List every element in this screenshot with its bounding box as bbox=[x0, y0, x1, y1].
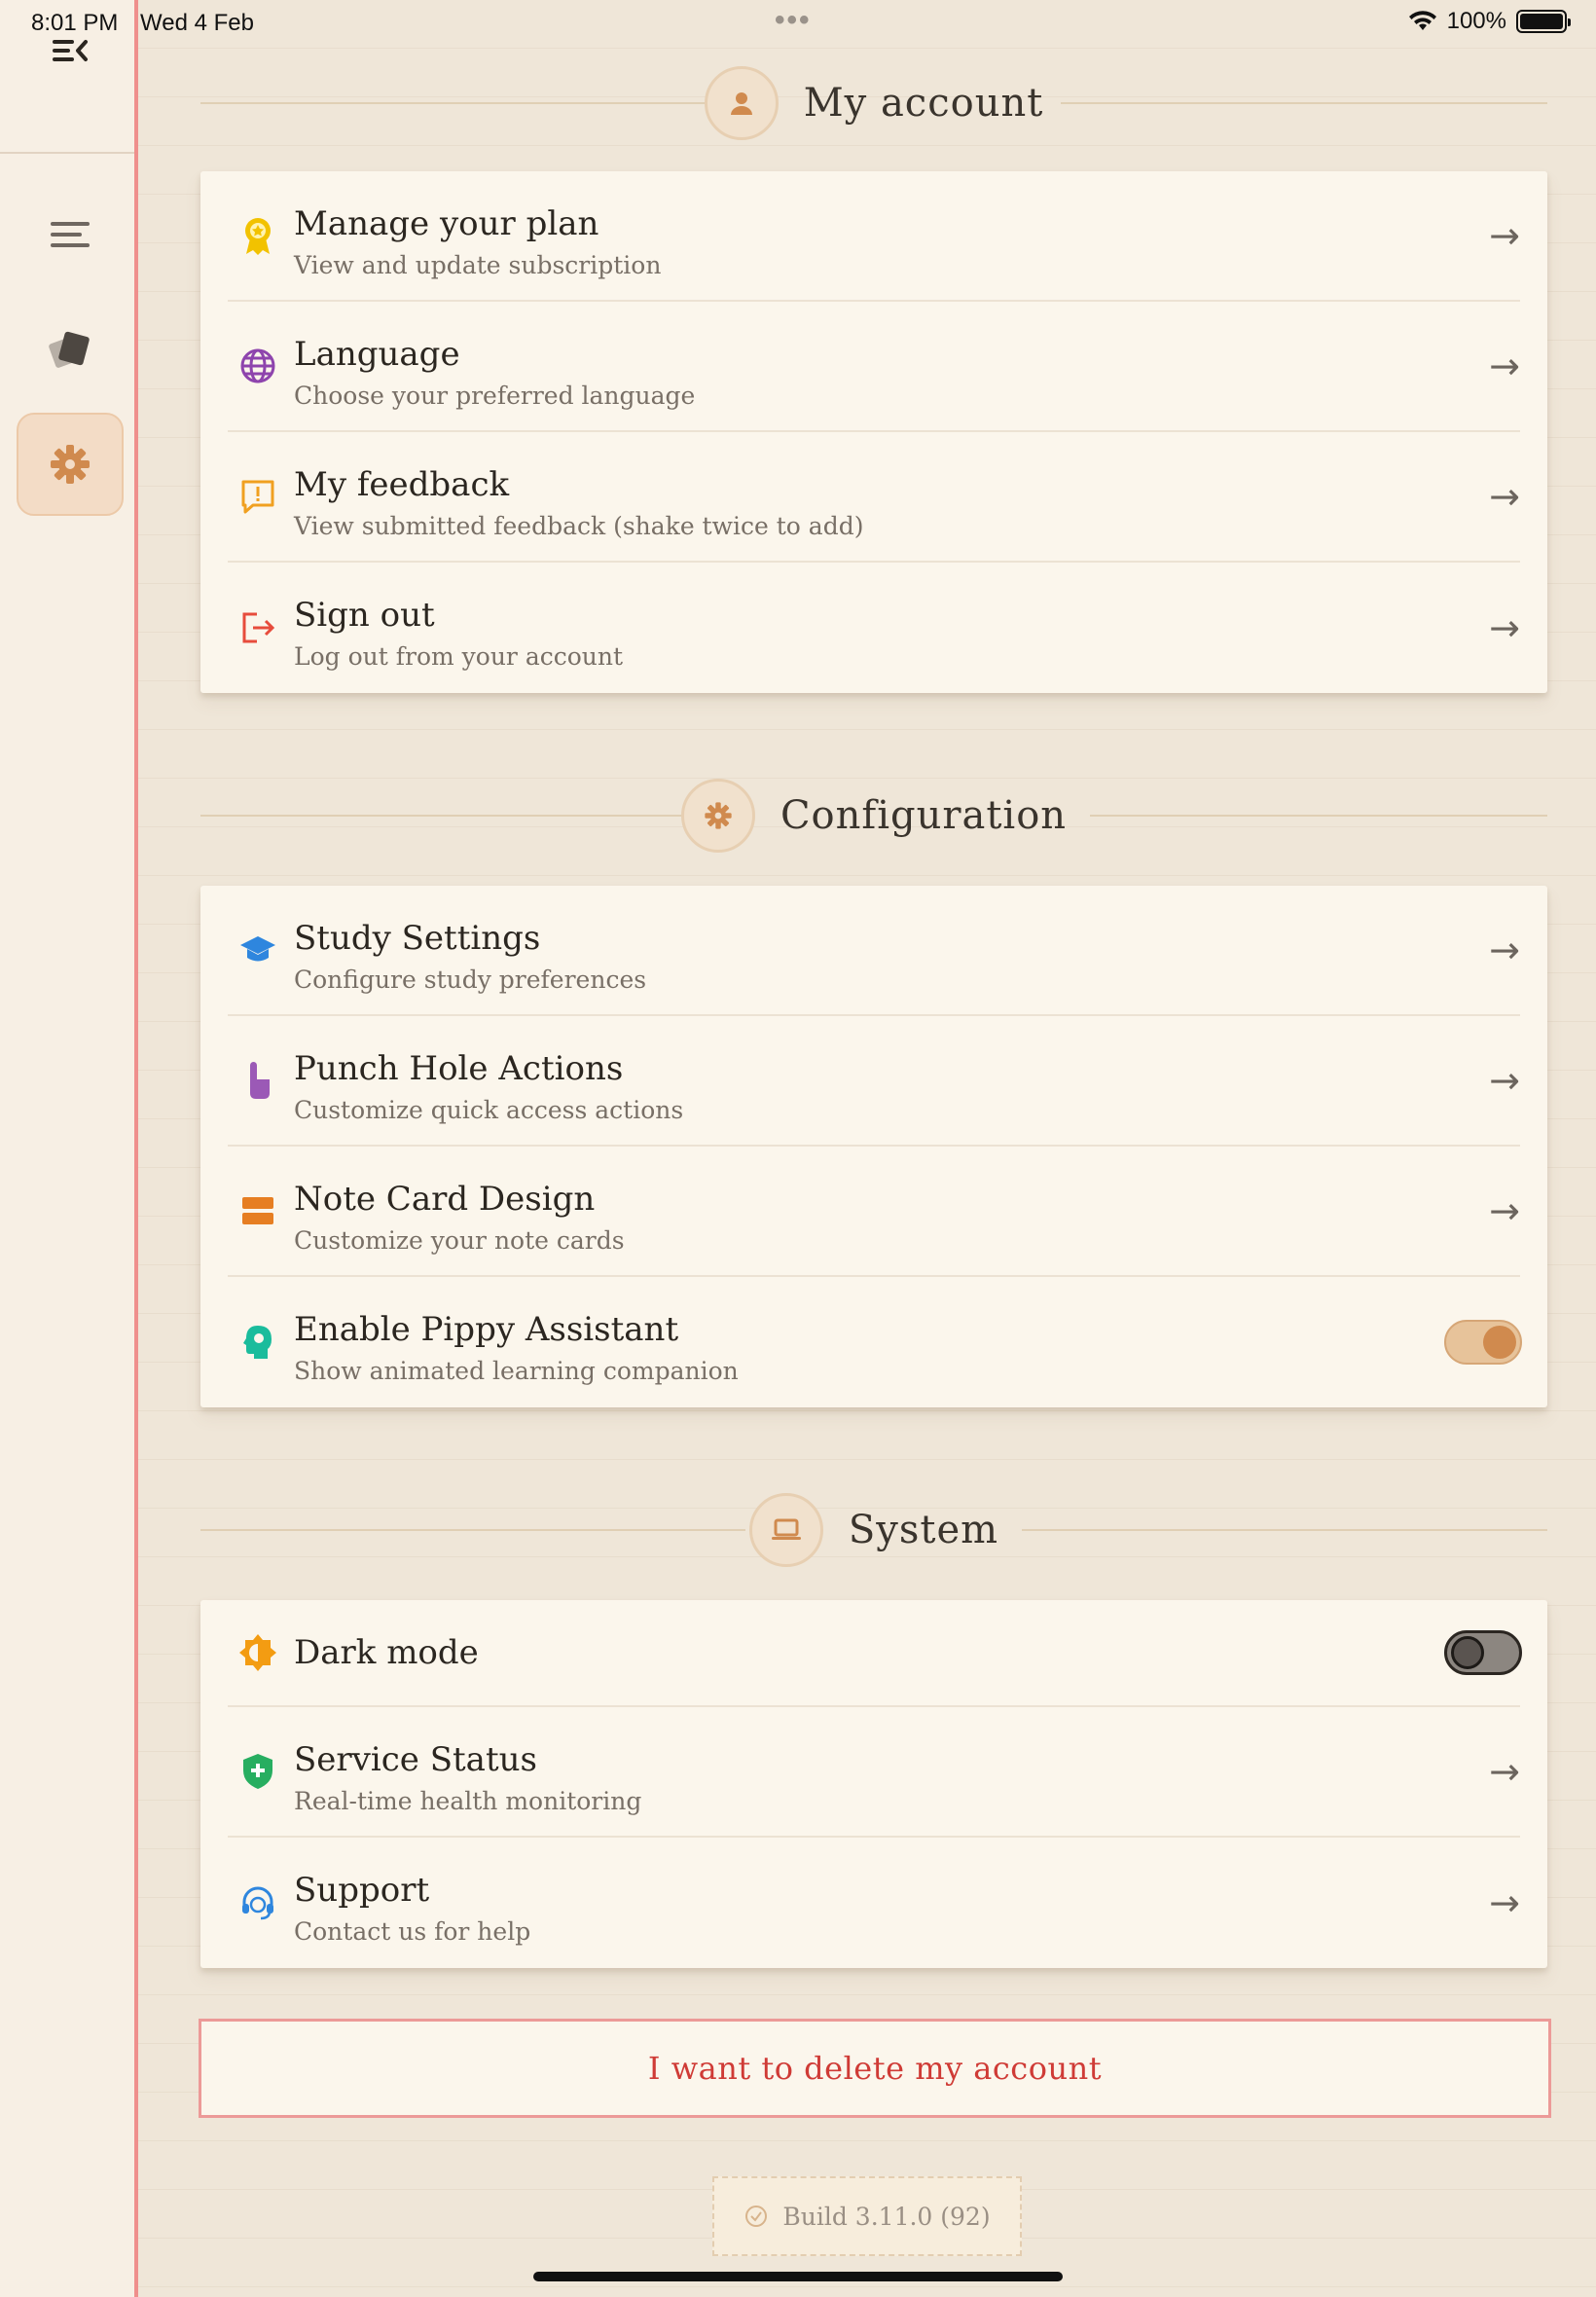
row-title: Language bbox=[294, 335, 460, 374]
service-status-row[interactable]: Service Status Real-time health monitori… bbox=[228, 1707, 1520, 1838]
laptop-icon bbox=[748, 1493, 823, 1567]
configuration-card: Study Settings Configure study preferenc… bbox=[200, 886, 1547, 1407]
status-date: Wed 4 Feb bbox=[140, 10, 254, 36]
battery-percent: 100% bbox=[1446, 8, 1506, 34]
account-card: Manage your plan View and update subscri… bbox=[200, 171, 1547, 693]
row-subtitle: View and update subscription bbox=[294, 251, 662, 279]
home-indicator[interactable] bbox=[533, 2272, 1063, 2281]
row-title: Punch Hole Actions bbox=[294, 1049, 624, 1088]
system-card: Dark mode Service Status Real-time healt… bbox=[200, 1600, 1547, 1968]
note-card-design-row[interactable]: Note Card Design Customize your note car… bbox=[228, 1147, 1520, 1277]
sidebar-divider bbox=[0, 152, 136, 154]
support-row[interactable]: Support Contact us for help → bbox=[228, 1838, 1520, 1968]
tap-icon bbox=[237, 1060, 278, 1101]
sidebar-item-list[interactable] bbox=[17, 183, 124, 286]
arrow-right-icon: → bbox=[1489, 214, 1520, 257]
headset-icon bbox=[237, 1882, 278, 1923]
arrow-right-icon: → bbox=[1489, 475, 1520, 518]
row-title: Enable Pippy Assistant bbox=[294, 1310, 679, 1349]
status-time: 8:01 PM bbox=[31, 10, 119, 36]
delete-account-button[interactable]: I want to delete my account bbox=[199, 2019, 1551, 2118]
row-subtitle: Log out from your account bbox=[294, 642, 624, 671]
feedback-row[interactable]: My feedback View submitted feedback (sha… bbox=[228, 432, 1520, 563]
row-title: Sign out bbox=[294, 596, 435, 635]
check-circle-icon bbox=[745, 2206, 768, 2227]
pippy-assistant-toggle[interactable] bbox=[1444, 1320, 1522, 1365]
list-icon bbox=[51, 222, 90, 247]
arrow-right-icon: → bbox=[1489, 929, 1520, 971]
build-label: Build 3.11.0 (92) bbox=[782, 2202, 991, 2231]
brightness-icon bbox=[237, 1632, 278, 1673]
pippy-assistant-row: Enable Pippy Assistant Show animated lea… bbox=[228, 1277, 1522, 1407]
sidebar bbox=[0, 0, 138, 2297]
row-title: Dark mode bbox=[294, 1633, 479, 1672]
cards-icon bbox=[49, 331, 90, 368]
arrow-right-icon: → bbox=[1489, 345, 1520, 387]
row-subtitle: Customize quick access actions bbox=[294, 1096, 684, 1124]
multitasking-dots[interactable]: ••• bbox=[775, 4, 812, 37]
award-icon bbox=[237, 215, 278, 256]
arrow-right-icon: → bbox=[1489, 1189, 1520, 1232]
section-title: System bbox=[848, 1508, 999, 1552]
globe-icon bbox=[237, 346, 278, 386]
gear-icon bbox=[680, 779, 755, 853]
sidebar-item-settings[interactable] bbox=[17, 413, 124, 516]
row-title: My feedback bbox=[294, 465, 510, 504]
delete-account-label: I want to delete my account bbox=[647, 2050, 1103, 2087]
assistant-head-icon bbox=[237, 1322, 278, 1363]
row-subtitle: View submitted feedback (shake twice to … bbox=[294, 512, 864, 540]
card-layout-icon bbox=[237, 1190, 278, 1231]
status-bar: 8:01 PM Wed 4 Feb ••• 100% bbox=[0, 0, 1596, 47]
arrow-right-icon: → bbox=[1489, 1059, 1520, 1102]
arrow-right-icon: → bbox=[1489, 1881, 1520, 1924]
logout-icon bbox=[237, 607, 278, 648]
arrow-right-icon: → bbox=[1489, 1750, 1520, 1793]
dark-mode-row: Dark mode bbox=[228, 1600, 1522, 1707]
row-title: Note Card Design bbox=[294, 1180, 596, 1219]
row-subtitle: Show animated learning companion bbox=[294, 1357, 739, 1385]
arrow-right-icon: → bbox=[1489, 606, 1520, 649]
row-subtitle: Configure study preferences bbox=[294, 966, 647, 994]
wifi-icon bbox=[1408, 11, 1436, 30]
gear-icon bbox=[51, 445, 90, 484]
row-subtitle: Contact us for help bbox=[294, 1917, 531, 1946]
row-subtitle: Real-time health monitoring bbox=[294, 1787, 642, 1815]
section-header-configuration: Configuration bbox=[200, 777, 1547, 855]
row-title: Service Status bbox=[294, 1740, 537, 1779]
section-title: Configuration bbox=[780, 793, 1068, 838]
language-row[interactable]: Language Choose your preferred language … bbox=[228, 302, 1520, 432]
shield-plus-icon bbox=[237, 1751, 278, 1792]
battery-icon bbox=[1516, 10, 1571, 33]
section-header-system: System bbox=[200, 1491, 1547, 1569]
section-header-account: My account bbox=[200, 64, 1547, 142]
section-title: My account bbox=[803, 81, 1044, 126]
user-icon bbox=[704, 66, 779, 140]
punch-hole-actions-row[interactable]: Punch Hole Actions Customize quick acces… bbox=[228, 1016, 1520, 1147]
feedback-icon bbox=[237, 476, 278, 517]
status-indicators: 100% bbox=[1408, 8, 1571, 35]
dark-mode-toggle[interactable] bbox=[1444, 1630, 1522, 1675]
graduation-cap-icon bbox=[237, 930, 278, 970]
row-subtitle: Choose your preferred language bbox=[294, 382, 696, 410]
row-title: Study Settings bbox=[294, 919, 541, 958]
manage-plan-row[interactable]: Manage your plan View and update subscri… bbox=[228, 171, 1520, 302]
study-settings-row[interactable]: Study Settings Configure study preferenc… bbox=[228, 886, 1520, 1016]
row-subtitle: Customize your note cards bbox=[294, 1226, 625, 1255]
row-title: Support bbox=[294, 1871, 430, 1910]
sign-out-row[interactable]: Sign out Log out from your account → bbox=[228, 563, 1520, 693]
build-badge: Build 3.11.0 (92) bbox=[712, 2176, 1022, 2256]
row-title: Manage your plan bbox=[294, 204, 599, 243]
sidebar-item-cards[interactable] bbox=[17, 298, 124, 401]
